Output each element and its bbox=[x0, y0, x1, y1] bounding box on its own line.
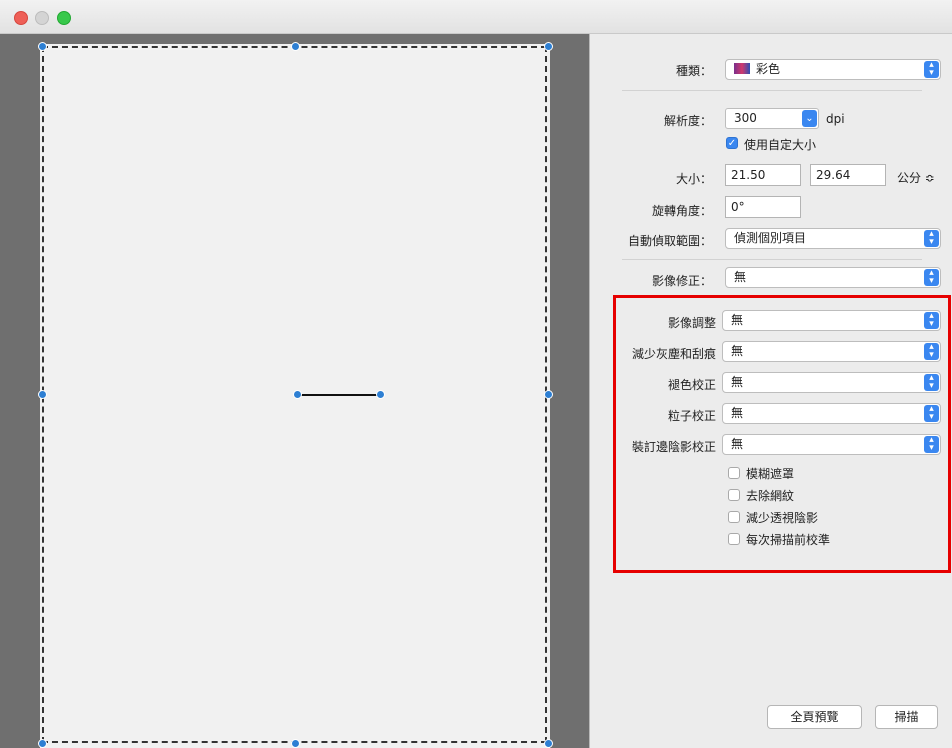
crop-handle-left[interactable] bbox=[38, 390, 47, 399]
image-correction-popup[interactable]: 無 ▴ ▾ bbox=[725, 267, 941, 288]
image-correction-label: 影像修正： bbox=[651, 274, 712, 288]
fading-label: 褪色校正 bbox=[667, 378, 716, 392]
popup-arrows-icon: ▴ ▾ bbox=[924, 230, 939, 247]
descreen-checkbox[interactable] bbox=[728, 489, 740, 501]
dust-scratch-popup[interactable]: 無 ▴ ▾ bbox=[722, 341, 941, 362]
popup-arrows-icon: ▴ ▾ bbox=[924, 405, 939, 422]
resolution-combo[interactable]: 300 ⌄ bbox=[725, 108, 819, 129]
unsharp-mask-label: 模糊遮罩 bbox=[746, 467, 795, 481]
popup-arrows-icon: ▴ ▾ bbox=[924, 343, 939, 360]
size-unit-select[interactable]: 公分 ≎ bbox=[897, 169, 935, 186]
show-through-checkbox[interactable] bbox=[728, 511, 740, 523]
crop-handle-bottom-left[interactable] bbox=[38, 739, 47, 748]
gutter-shadow-popup[interactable]: 無 ▴ ▾ bbox=[722, 434, 941, 455]
fading-value: 無 bbox=[731, 375, 744, 389]
type-popup[interactable]: 彩色 ▴ ▾ bbox=[725, 59, 941, 80]
custom-size-checkbox[interactable]: ✓ bbox=[726, 137, 738, 149]
gutter-shadow-label: 裝訂邊陰影校正 bbox=[631, 440, 716, 454]
dust-scratch-label: 減少灰塵和刮痕 bbox=[631, 347, 716, 361]
dust-scratch-value: 無 bbox=[731, 344, 744, 358]
grain-popup[interactable]: 無 ▴ ▾ bbox=[722, 403, 941, 424]
auto-crop-value: 偵測個別項目 bbox=[734, 231, 807, 245]
gutter-shadow-value: 無 bbox=[731, 437, 744, 451]
crop-line-handle-left[interactable] bbox=[293, 390, 302, 399]
scan-button[interactable]: 掃描 bbox=[875, 705, 938, 729]
window-titlebar bbox=[0, 0, 952, 34]
popup-arrows-icon: ▴ ▾ bbox=[924, 269, 939, 286]
fading-popup[interactable]: 無 ▴ ▾ bbox=[722, 372, 941, 393]
unsharp-mask-checkbox[interactable] bbox=[728, 467, 740, 479]
type-value: 彩色 bbox=[756, 62, 781, 76]
type-label: 種類： bbox=[675, 64, 712, 78]
zoom-window-button[interactable] bbox=[57, 11, 71, 25]
crop-handle-top-left[interactable] bbox=[38, 42, 47, 51]
rotation-label: 旋轉角度： bbox=[651, 204, 712, 218]
grain-label: 粒子校正 bbox=[667, 409, 716, 423]
crop-handle-bottom[interactable] bbox=[291, 739, 300, 748]
crop-handle-bottom-right[interactable] bbox=[544, 739, 553, 748]
crop-line-handle-right[interactable] bbox=[376, 390, 385, 399]
resolution-label: 解析度： bbox=[663, 114, 712, 128]
size-label: 大小： bbox=[675, 172, 712, 186]
calibrate-label: 每次掃描前校準 bbox=[746, 533, 831, 547]
calibrate-checkbox[interactable] bbox=[728, 533, 740, 545]
resolution-unit: dpi bbox=[826, 112, 845, 126]
minimize-window-button[interactable] bbox=[35, 11, 49, 25]
divider bbox=[622, 259, 922, 260]
image-correction-value: 無 bbox=[734, 270, 747, 284]
chevron-down-icon: ⌄ bbox=[802, 110, 817, 127]
resolution-value: 300 bbox=[734, 111, 757, 125]
descreen-label: 去除網紋 bbox=[746, 489, 795, 503]
close-window-button[interactable] bbox=[14, 11, 28, 25]
image-adjust-value: 無 bbox=[731, 313, 744, 327]
width-input[interactable]: 21.50 bbox=[725, 164, 801, 186]
auto-crop-popup[interactable]: 偵測個別項目 ▴ ▾ bbox=[725, 228, 941, 249]
show-through-label: 減少透視陰影 bbox=[746, 511, 819, 525]
popup-arrows-icon: ▴ ▾ bbox=[924, 436, 939, 453]
auto-crop-label: 自動偵取範圍： bbox=[627, 234, 712, 248]
divider bbox=[622, 90, 922, 91]
color-swatch-icon bbox=[734, 63, 750, 74]
overview-button[interactable]: 全頁預覽 bbox=[767, 705, 862, 729]
image-adjust-label: 影像調整 bbox=[667, 316, 716, 330]
height-input[interactable]: 29.64 bbox=[810, 164, 886, 186]
crop-handle-top-right[interactable] bbox=[544, 42, 553, 51]
image-adjust-popup[interactable]: 無 ▴ ▾ bbox=[722, 310, 941, 331]
crop-handle-top[interactable] bbox=[291, 42, 300, 51]
popup-arrows-icon: ▴ ▾ bbox=[924, 374, 939, 391]
crop-line bbox=[298, 394, 380, 396]
popup-arrows-icon: ▴ ▾ bbox=[924, 312, 939, 329]
popup-arrows-icon: ▴ ▾ bbox=[924, 61, 939, 78]
grain-value: 無 bbox=[731, 406, 744, 420]
crop-handle-right[interactable] bbox=[544, 390, 553, 399]
rotation-input[interactable]: 0° bbox=[725, 196, 801, 218]
custom-size-label: 使用自定大小 bbox=[744, 138, 817, 152]
